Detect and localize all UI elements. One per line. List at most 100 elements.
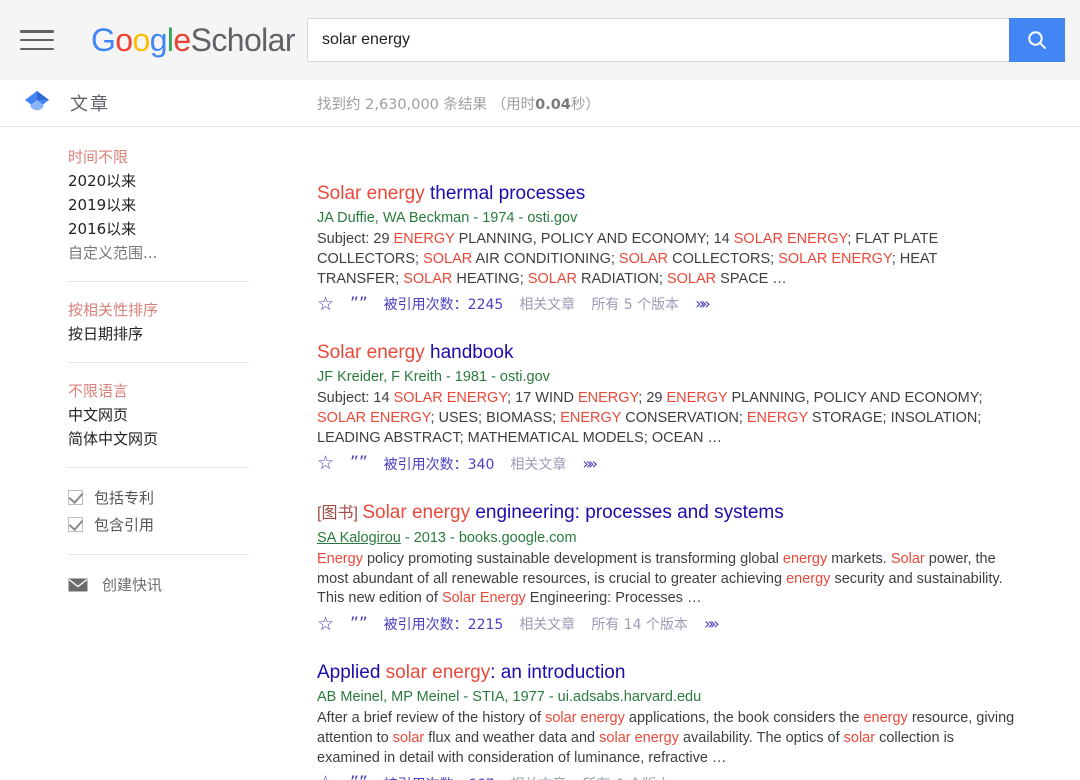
- search-result-item: [图书] Solar energy engineering: processes…: [317, 501, 1020, 634]
- highlighted-term: ENERGY: [666, 390, 728, 407]
- sidebar-time-filter-0[interactable]: 时间不限: [68, 145, 317, 169]
- search-result-item: Solar energy thermal processes JA Duffie,…: [317, 182, 1020, 314]
- plain-text: engineering: processes and systems: [470, 501, 784, 523]
- plain-text: AIR CONDITIONING;: [472, 250, 619, 267]
- sidebar-sort-filter-0[interactable]: 按相关性排序: [68, 298, 317, 322]
- all-versions-link[interactable]: 所有 6 个版本: [582, 774, 670, 780]
- related-articles-link[interactable]: 相关文章: [510, 774, 566, 780]
- tab-articles[interactable]: 文章: [22, 89, 272, 117]
- result-meta: SA Kalogirou - 2013 - books.google.com: [317, 529, 1020, 548]
- search-button[interactable]: [1009, 18, 1065, 62]
- more-chevron-icon[interactable]: »»: [695, 296, 710, 312]
- sidebar-time-filter-3[interactable]: 2016以来: [68, 217, 317, 241]
- tab-articles-label: 文章: [70, 94, 110, 115]
- related-articles-link[interactable]: 相关文章: [519, 614, 575, 634]
- sidebar-checkbox-label: 包含引用: [94, 516, 155, 534]
- more-chevron-icon[interactable]: »»: [686, 775, 701, 780]
- plain-text: availability. The optics of: [678, 729, 844, 746]
- highlighted-term: solar energy: [599, 729, 679, 746]
- result-title-link[interactable]: Solar energy thermal processes: [317, 182, 1020, 206]
- sidebar-time-filter-4[interactable]: 自定义范围...: [68, 241, 317, 265]
- result-meta: JA Duffie, WA Beckman - 1974 - osti.gov: [317, 210, 578, 226]
- result-actions: ☆ ”” 被引用次数：2215 相关文章 所有 14 个版本 »»: [317, 614, 1020, 634]
- quote-icon[interactable]: ””: [350, 455, 368, 472]
- sidebar-sort-filter-1[interactable]: 按日期排序: [68, 322, 317, 346]
- plain-text: ; 17 WIND: [507, 390, 578, 407]
- sidebar-checkbox-group: 包括专利包含引用: [0, 484, 317, 538]
- sidebar-language-filter-2[interactable]: 简体中文网页: [68, 427, 317, 451]
- highlighted-term: SOLAR ENERGY: [733, 231, 848, 247]
- highlighted-term: SOLAR: [423, 250, 473, 267]
- cited-by-link[interactable]: 被引用次数：2245: [384, 294, 504, 314]
- sidebar-divider: [68, 281, 249, 282]
- highlighted-term: SOLAR ENERGY: [778, 250, 892, 267]
- result-meta-rest: - 2013 - books.google.com: [400, 529, 577, 546]
- result-title-link[interactable]: Solar energy handbook: [317, 341, 1020, 365]
- all-versions-link[interactable]: 所有 14 个版本: [591, 614, 688, 634]
- plain-text: Subject: 29: [317, 231, 394, 247]
- result-snippet: After a brief review of the history of s…: [317, 709, 1020, 768]
- google-wordmark: Google: [91, 22, 191, 58]
- plain-text: markets.: [827, 550, 891, 567]
- save-star-icon[interactable]: ☆: [317, 294, 334, 314]
- google-scholar-logo[interactable]: GoogleScholar: [91, 22, 296, 58]
- checkmark-icon: [68, 490, 83, 505]
- sidebar-language-filter-0[interactable]: 不限语言: [68, 379, 317, 403]
- result-title-link[interactable]: [图书] Solar energy engineering: processes…: [317, 501, 1020, 526]
- highlighted-term: Solar energy: [317, 183, 425, 204]
- highlighted-term: SOLAR ENERGY: [317, 410, 431, 427]
- result-author-link[interactable]: SA Kalogirou: [317, 530, 401, 546]
- plain-text: ; 29: [638, 390, 667, 407]
- result-snippet: Subject: 14 SOLAR ENERGY; 17 WIND ENERGY…: [317, 389, 1020, 448]
- result-actions: ☆ ”” 被引用次数：2245 相关文章 所有 5 个版本 »»: [317, 294, 1020, 314]
- plain-text: Engineering: Processes …: [525, 590, 702, 607]
- highlighted-term: ENERGY: [393, 231, 455, 247]
- more-chevron-icon[interactable]: »»: [704, 616, 719, 632]
- sidebar-checkbox-1[interactable]: 包含引用: [68, 511, 317, 538]
- highlighted-term: SOLAR: [666, 270, 717, 287]
- save-star-icon[interactable]: ☆: [317, 614, 334, 634]
- hamburger-line: [20, 38, 54, 42]
- all-versions-link[interactable]: 所有 5 个版本: [591, 294, 679, 314]
- save-star-icon[interactable]: ☆: [317, 454, 334, 473]
- more-chevron-icon[interactable]: »»: [582, 455, 597, 472]
- highlighted-term: ENERGY: [577, 390, 639, 407]
- result-snippet: Energy policy promoting sustainable deve…: [317, 550, 1020, 609]
- sub-header-bar: 文章 找到约 2,630,000 条结果 （用时0.04秒）: [0, 80, 1080, 127]
- sidebar-time-filter-2[interactable]: 2019以来: [68, 193, 317, 217]
- highlighted-term: energy: [786, 570, 831, 587]
- related-articles-link[interactable]: 相关文章: [519, 294, 575, 314]
- quote-icon[interactable]: ””: [350, 775, 368, 780]
- search-bar: [307, 18, 1065, 62]
- sidebar-language-filter-1[interactable]: 中文网页: [68, 403, 317, 427]
- result-meta: AB Meinel, MP Meinel - STIA, 1977 - ui.a…: [317, 689, 702, 706]
- plain-text: PLANNING, POLICY AND ECONOMY;: [727, 390, 983, 407]
- quote-icon[interactable]: ””: [350, 295, 368, 313]
- cited-by-link[interactable]: 被引用次数：2215: [384, 614, 504, 634]
- cited-by-link[interactable]: 被引用次数：667: [384, 774, 495, 780]
- sidebar-alert-group: 创建快讯: [0, 571, 317, 598]
- highlighted-term: SOLAR ENERGY: [393, 390, 508, 407]
- plain-text: SPACE …: [716, 270, 787, 287]
- result-count-time: 0.04: [535, 96, 571, 113]
- sidebar-checkbox-0[interactable]: 包括专利: [68, 484, 317, 511]
- sidebar-sort-group: 按相关性排序 按日期排序: [0, 298, 317, 346]
- plain-text: Subject: 14: [317, 390, 394, 407]
- result-count-suffix: 秒）: [570, 96, 600, 113]
- hamburger-line: [20, 47, 54, 50]
- save-star-icon[interactable]: ☆: [317, 774, 334, 780]
- result-title-link[interactable]: Applied solar energy: an introduction: [317, 661, 1020, 685]
- sidebar-time-filter-1[interactable]: 2020以来: [68, 169, 317, 193]
- highlighted-term: Solar Energy: [441, 590, 526, 607]
- related-articles-link[interactable]: 相关文章: [510, 454, 566, 474]
- search-input[interactable]: [307, 18, 1009, 62]
- page-content: 时间不限 2020以来 2019以来 2016以来 自定义范围... 按相关性排序 按日期…: [0, 127, 1080, 780]
- plain-text: Applied: [317, 662, 386, 684]
- highlighted-term: Solar energy: [317, 342, 425, 364]
- hamburger-menu-icon[interactable]: [20, 27, 54, 53]
- plain-text: COLLECTORS;: [668, 250, 779, 267]
- cited-by-link[interactable]: 被引用次数：340: [384, 454, 495, 474]
- plain-text: HEATING;: [452, 270, 528, 287]
- create-alert-button[interactable]: 创建快讯: [68, 571, 317, 598]
- quote-icon[interactable]: ””: [350, 615, 368, 633]
